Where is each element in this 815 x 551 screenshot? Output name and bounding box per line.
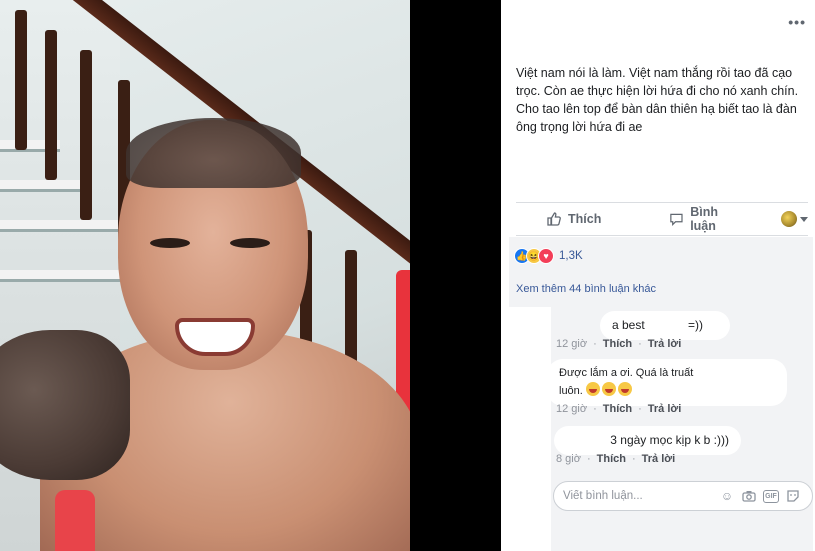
comment-text: 3 ngày mọc kịp k b :))) xyxy=(610,433,729,447)
right-eye xyxy=(230,238,270,248)
comment-like-link[interactable]: Thích xyxy=(597,453,626,465)
commenter-avatar-column xyxy=(509,307,551,551)
comment-reply-link[interactable]: Trả lời xyxy=(648,338,682,350)
view-more-comments-link[interactable]: Xem thêm 44 bình luận khác xyxy=(516,283,656,295)
comment-text: a best =)) xyxy=(612,318,704,332)
laughing-emoji-icon xyxy=(601,382,616,396)
comment-text-part: luôn. xyxy=(559,385,583,397)
comment-label: Bình luận xyxy=(690,205,718,233)
comment-meta: 8 giờ · Thích · Trả lời xyxy=(556,453,676,465)
stair-step xyxy=(0,180,90,192)
comment-time[interactable]: 12 giờ xyxy=(556,338,587,350)
comment-bubble: a best =)) xyxy=(600,311,730,340)
reactions-summary[interactable]: 👍 😆 ♥ 1,3K xyxy=(514,248,583,264)
comment-input[interactable] xyxy=(563,490,713,502)
comment-reply-link[interactable]: Trả lời xyxy=(648,403,682,415)
emoji-icon[interactable]: ☺ xyxy=(719,488,735,504)
comment-text-line1: Được lắm a ơi. Quá là truất xyxy=(559,367,694,379)
baluster xyxy=(45,30,57,180)
like-label: Thích xyxy=(568,212,602,226)
action-bar: Thích Bình luận xyxy=(516,202,808,236)
camera-icon[interactable] xyxy=(741,488,757,504)
comment-meta: 12 giờ · Thích · Trả lời xyxy=(556,403,682,415)
gif-icon[interactable]: GIF xyxy=(763,489,779,503)
avatar xyxy=(781,211,797,227)
like-icon xyxy=(547,212,561,226)
post-as-selector[interactable] xyxy=(781,211,808,227)
tattooed-arm xyxy=(0,330,130,480)
comment-button[interactable]: Bình luận xyxy=(669,205,743,233)
post-caption: Việt nam nói là làm. Việt nam thắng rồi … xyxy=(516,66,799,134)
stair-step xyxy=(0,220,120,232)
red-chair-bottom xyxy=(55,490,95,551)
post-photo[interactable] xyxy=(0,0,410,551)
comment-bubble: Được lắm a ơi. Quá là truất luôn. xyxy=(547,359,787,406)
baluster xyxy=(15,10,27,150)
more-options-icon[interactable]: ••• xyxy=(788,14,806,30)
laughing-emoji-icon xyxy=(585,382,600,396)
comment-reply-link[interactable]: Trả lời xyxy=(642,453,676,465)
like-button[interactable]: Thích xyxy=(546,211,601,227)
comment-time[interactable]: 8 giờ xyxy=(556,453,581,465)
comments-section: 👍 😆 ♥ 1,3K Xem thêm 44 bình luận khác a … xyxy=(509,237,815,551)
reaction-count: 1,3K xyxy=(559,250,583,262)
comment-like-link[interactable]: Thích xyxy=(603,338,632,350)
chevron-down-icon xyxy=(800,216,808,222)
comment-icon xyxy=(670,213,683,227)
laughing-emoji-icon xyxy=(617,382,632,396)
post-detail-panel: ••• Việt nam nói là làm. Việt nam thắng … xyxy=(501,0,815,551)
comment-meta: 12 giờ · Thích · Trả lời xyxy=(556,338,682,350)
comment-composer: ☺ GIF xyxy=(553,481,813,511)
baluster xyxy=(80,50,92,220)
comment-time[interactable]: 12 giờ xyxy=(556,403,587,415)
comment-bubble: 3 ngày mọc kịp k b :))) xyxy=(554,426,741,455)
sticker-icon[interactable] xyxy=(785,488,801,504)
shaved-hair xyxy=(126,118,301,188)
comment-like-link[interactable]: Thích xyxy=(603,403,632,415)
comment-text-line2: luôn. xyxy=(559,382,775,400)
love-reaction-icon: ♥ xyxy=(538,248,554,264)
left-eye xyxy=(150,238,190,248)
